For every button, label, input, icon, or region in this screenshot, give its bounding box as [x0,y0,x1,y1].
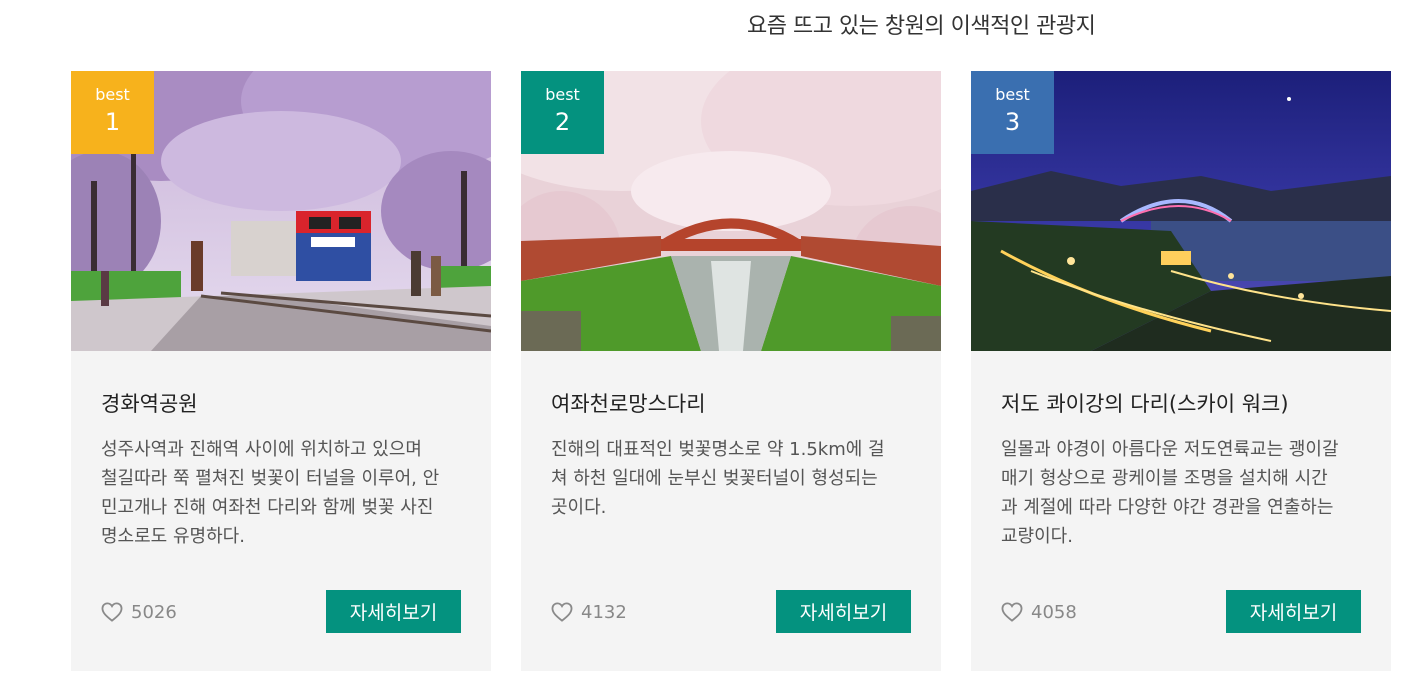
badge-rank: 3 [1004,108,1021,136]
detail-button[interactable]: 자세히보기 [776,590,911,633]
badge-label: best [95,85,130,104]
like-count: 4058 [1031,601,1077,623]
card-title[interactable]: 여좌천로망스다리 [551,388,921,418]
attraction-card-3[interactable]: best 3 저도 콰이강의 다리(스카이 워크) 일몰과 야경이 아름다운 저… [971,71,1391,671]
heart-icon[interactable] [101,602,123,622]
heart-icon[interactable] [1001,602,1023,622]
like-counter[interactable]: 4058 [1001,600,1077,624]
card-description: 일몰과 야경이 아름다운 저도연륙교는 괭이갈매기 형상으로 광케이블 조명을 … [1001,439,1339,547]
card-title[interactable]: 경화역공원 [101,388,471,418]
detail-button[interactable]: 자세히보기 [326,590,461,633]
detail-button[interactable]: 자세히보기 [1226,590,1361,633]
rank-badge: best 1 [71,71,154,154]
rank-badge: best 2 [521,71,604,154]
card-description: 진해의 대표적인 벚꽃명소로 약 1.5km에 걸쳐 하천 일대에 눈부신 벚꽃… [551,439,885,518]
like-count: 5026 [131,601,177,623]
section-title: 요즘 뜨고 있는 창원의 이색적인 관광지 [747,14,1096,39]
heart-icon[interactable] [551,602,573,622]
badge-label: best [545,85,580,104]
like-counter[interactable]: 4132 [551,600,627,624]
card-title[interactable]: 저도 콰이강의 다리(스카이 워크) [1001,388,1371,418]
badge-rank: 1 [104,108,121,136]
badge-label: best [995,85,1030,104]
rank-badge: best 3 [971,71,1054,154]
card-description: 성주사역과 진해역 사이에 위치하고 있으며 철길따라 쭉 펼쳐진 벚꽃이 터널… [101,439,440,547]
badge-rank: 2 [554,108,571,136]
like-count: 4132 [581,601,627,623]
like-counter[interactable]: 5026 [101,600,177,624]
attraction-card-2[interactable]: best 2 여좌천로망스다리 진해의 대표적인 벚꽃명소로 약 1.5km에 … [521,71,941,671]
attraction-card-1[interactable]: best 1 경화역공원 성주사역과 진해역 사이에 위치하고 있으며 철길따라… [71,71,491,671]
